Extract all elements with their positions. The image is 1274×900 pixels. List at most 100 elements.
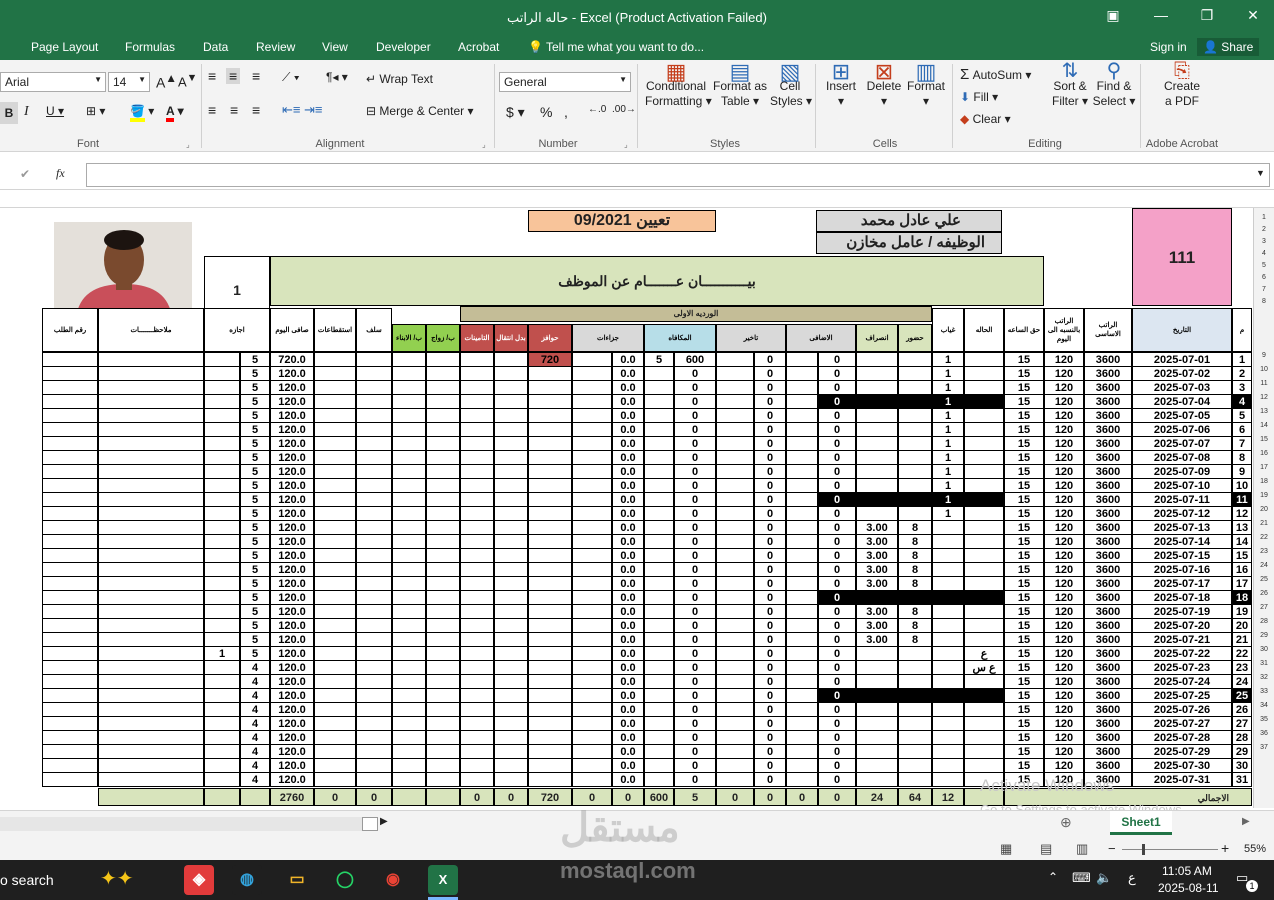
cell-attend[interactable] <box>898 408 932 423</box>
cell-ot2[interactable] <box>786 352 818 367</box>
cell-kids[interactable] <box>392 408 426 423</box>
cell-pen[interactable]: 0.0 <box>612 562 644 577</box>
cell-date[interactable]: 2025-07-27 <box>1132 716 1232 731</box>
cell-allow[interactable] <box>494 408 528 423</box>
cell-date[interactable]: 2025-07-16 <box>1132 562 1232 577</box>
cell-adv[interactable] <box>356 590 392 605</box>
cell-ot2[interactable] <box>786 618 818 633</box>
cell-date[interactable]: 2025-07-18 <box>1132 590 1232 605</box>
cell-adv[interactable] <box>356 688 392 703</box>
cell-daily[interactable]: 120 <box>1044 394 1084 409</box>
total-vac[interactable] <box>240 788 270 806</box>
cell-n[interactable]: 25 <box>1232 688 1252 703</box>
cell-adv[interactable] <box>356 632 392 647</box>
cell-marriage[interactable] <box>426 380 460 395</box>
bold-button[interactable]: B <box>0 102 18 124</box>
cell-late2[interactable] <box>716 702 754 717</box>
cell-rew[interactable]: 0 <box>674 548 716 563</box>
cell-rew[interactable]: 0 <box>674 506 716 521</box>
zoom-level[interactable]: 55% <box>1244 843 1266 855</box>
cell-basic[interactable]: 3600 <box>1084 674 1132 689</box>
cell-late[interactable]: 0 <box>754 590 786 605</box>
cell-late2[interactable] <box>716 758 754 773</box>
cell-pen2[interactable] <box>572 478 612 493</box>
cell-daily[interactable]: 120 <box>1044 436 1084 451</box>
cell-absent[interactable] <box>932 674 964 689</box>
cell-kids[interactable] <box>392 436 426 451</box>
cell-late2[interactable] <box>716 604 754 619</box>
total-pen2[interactable]: 0 <box>572 788 612 806</box>
cell-inc[interactable] <box>528 646 572 661</box>
row-header[interactable]: 9 <box>1254 352 1274 359</box>
cell-rew2[interactable] <box>644 646 674 661</box>
cell-allow[interactable] <box>494 758 528 773</box>
cell-late2[interactable] <box>716 534 754 549</box>
cell-marriage[interactable] <box>426 576 460 591</box>
cell-ded[interactable] <box>314 506 356 521</box>
cell-kids[interactable] <box>392 534 426 549</box>
row-header[interactable]: 29 <box>1254 632 1274 639</box>
total-ded[interactable]: 0 <box>314 788 356 806</box>
cell-allow[interactable] <box>494 604 528 619</box>
cell-ded[interactable] <box>314 450 356 465</box>
cell-hourly[interactable]: 15 <box>1004 618 1044 633</box>
tab-data[interactable]: Data <box>203 40 228 54</box>
cell-ins[interactable] <box>460 590 494 605</box>
cell-attend[interactable] <box>898 450 932 465</box>
cell-late[interactable]: 0 <box>754 758 786 773</box>
cell-request[interactable] <box>42 758 98 773</box>
cell-net[interactable]: 120.0 <box>270 758 314 773</box>
decrease-font-icon[interactable]: A▼ <box>178 72 197 89</box>
cell-late[interactable]: 0 <box>754 674 786 689</box>
cell-request[interactable] <box>42 352 98 367</box>
cell-date[interactable]: 2025-07-04 <box>1132 394 1232 409</box>
cell-hourly[interactable]: 15 <box>1004 534 1044 549</box>
cell-basic[interactable]: 3600 <box>1084 548 1132 563</box>
cell-rew[interactable]: 0 <box>674 422 716 437</box>
cell-n[interactable]: 27 <box>1232 716 1252 731</box>
cell-request[interactable] <box>42 772 98 787</box>
cell-inc[interactable] <box>528 520 572 535</box>
cell-rew[interactable]: 0 <box>674 562 716 577</box>
cell-notes[interactable] <box>98 674 204 689</box>
cell-n[interactable]: 16 <box>1232 562 1252 577</box>
cell-late2[interactable] <box>716 492 754 507</box>
cell-daily[interactable]: 120 <box>1044 352 1084 367</box>
cell-rew2[interactable] <box>644 394 674 409</box>
cell-rew2[interactable] <box>644 758 674 773</box>
cell-hourly[interactable]: 15 <box>1004 394 1044 409</box>
row-header[interactable]: 35 <box>1254 716 1274 723</box>
cell-absent[interactable] <box>932 590 964 605</box>
total-vac2[interactable] <box>204 788 240 806</box>
decrease-decimal-icon[interactable]: .00→ <box>612 104 636 115</box>
cell-late[interactable]: 0 <box>754 604 786 619</box>
cell-date[interactable]: 2025-07-02 <box>1132 366 1232 381</box>
cell-daily[interactable]: 120 <box>1044 366 1084 381</box>
cell-vac[interactable]: 4 <box>240 660 270 675</box>
cell-kids[interactable] <box>392 450 426 465</box>
cell-inc[interactable] <box>528 604 572 619</box>
cell-ins[interactable] <box>460 562 494 577</box>
cell-attend[interactable] <box>898 702 932 717</box>
align-bottom-icon[interactable]: ≡ <box>252 68 260 84</box>
cell-basic[interactable]: 3600 <box>1084 464 1132 479</box>
cell-kids[interactable] <box>392 380 426 395</box>
cell-attend[interactable]: 8 <box>898 632 932 647</box>
cell-attend[interactable]: 8 <box>898 520 932 535</box>
cell-rew[interactable]: 0 <box>674 590 716 605</box>
cell-date[interactable]: 2025-07-01 <box>1132 352 1232 367</box>
cell-pen[interactable]: 0.0 <box>612 646 644 661</box>
cell-daily[interactable]: 120 <box>1044 604 1084 619</box>
cell-late2[interactable] <box>716 366 754 381</box>
cell-status[interactable] <box>964 534 1004 549</box>
cell-ded[interactable] <box>314 562 356 577</box>
cell-pen[interactable]: 0.0 <box>612 744 644 759</box>
cell-leave[interactable] <box>856 716 898 731</box>
cell-vac2[interactable] <box>204 464 240 479</box>
cell-ot2[interactable] <box>786 436 818 451</box>
cell-date[interactable]: 2025-07-05 <box>1132 408 1232 423</box>
cell-hourly[interactable]: 15 <box>1004 478 1044 493</box>
cell-basic[interactable]: 3600 <box>1084 590 1132 605</box>
row-header[interactable]: 11 <box>1254 380 1274 387</box>
cell-leave[interactable] <box>856 660 898 675</box>
